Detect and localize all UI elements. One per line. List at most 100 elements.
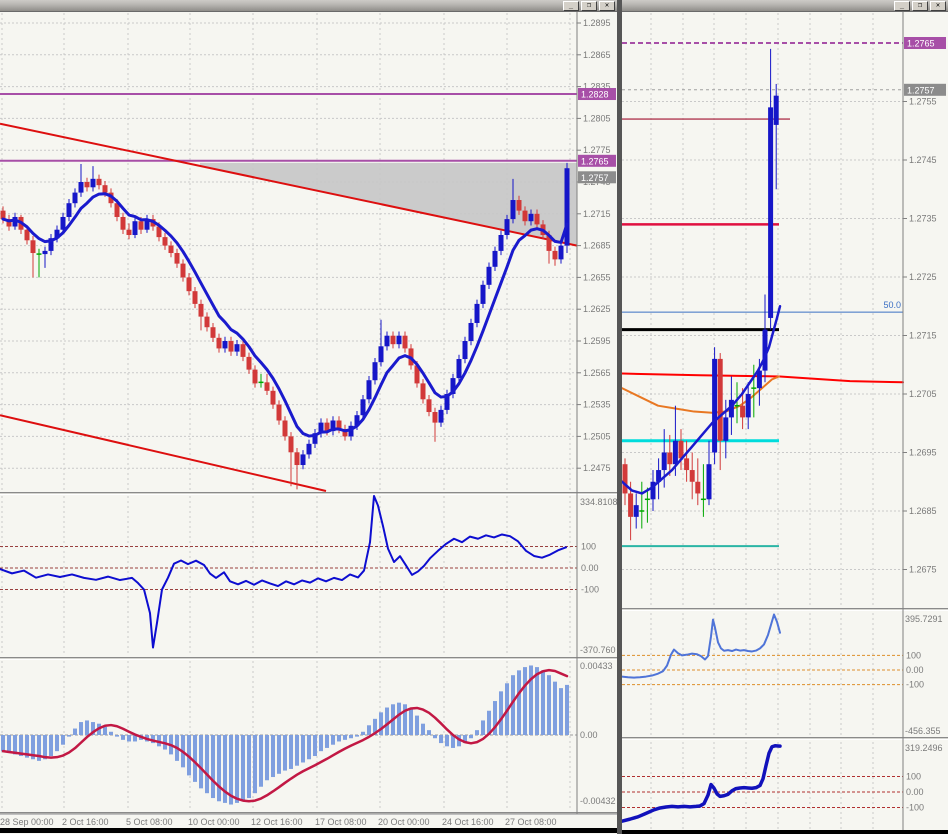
macd-bar: [535, 667, 539, 735]
macd-bar: [415, 715, 419, 735]
candle-body: [378, 346, 384, 363]
price-tick-label: 1.2655: [583, 272, 611, 282]
macd-bar: [547, 675, 551, 735]
candle-body: [462, 341, 468, 360]
right-chart-canvas[interactable]: 50.0 100 0.00 -100 395.7291 -456.355 100 0.00 -1…: [622, 0, 948, 834]
candle-body: [498, 235, 504, 251]
indicator-max-label: 319.2496: [905, 743, 943, 753]
macd-bar: [85, 720, 89, 735]
candle-body: [66, 203, 72, 217]
candle-body: [712, 358, 718, 453]
candle-body: [276, 404, 282, 421]
candle-body: [558, 245, 564, 260]
macd-bar: [271, 735, 275, 778]
candle-body: [661, 452, 667, 471]
macd-bar: [241, 735, 245, 802]
macd-bar: [409, 709, 413, 735]
minimize-button[interactable]: _: [563, 0, 579, 11]
candle-body: [622, 464, 628, 494]
candle-body: [138, 221, 144, 230]
candle-body: [180, 263, 186, 278]
price-tick-label: 1.2675: [909, 565, 937, 575]
macd-bar: [253, 735, 257, 794]
candle-body: [745, 394, 751, 418]
price-tick-label: 1.2725: [909, 272, 937, 282]
candle-body: [270, 390, 276, 405]
restore-button[interactable]: ❐: [581, 0, 597, 11]
price-tick-label: 1.2755: [909, 97, 937, 107]
bottom-border-bar: [0, 828, 617, 833]
macd-bar: [211, 735, 215, 799]
macd-bar: [553, 681, 557, 735]
price-tick-label: 1.2505: [583, 431, 611, 441]
candle-body: [689, 470, 695, 482]
candle-body: [216, 337, 222, 349]
indicator-max-label: 0.00433: [580, 661, 613, 671]
candle-body: [628, 493, 634, 517]
price-tick-label: 1.2775: [583, 145, 611, 155]
macd-bar: [283, 735, 287, 771]
macd-bar: [61, 735, 65, 745]
time-tick-label: 12 Oct 16:00: [251, 817, 303, 827]
indicator-max-label: 395.7291: [905, 614, 943, 624]
minimize-button[interactable]: _: [894, 0, 910, 11]
price-tick-label: 1.2695: [909, 448, 937, 458]
indicator-level-label: -100: [906, 803, 924, 813]
candle-body: [516, 200, 522, 211]
candle-body: [717, 358, 723, 441]
left-chart-canvas[interactable]: 100 0.00 -100 334.8108 -370.760 0.00433 0.00 -0…: [0, 0, 617, 834]
macd-bar: [367, 725, 371, 735]
close-button[interactable]: ✕: [599, 0, 615, 11]
price-tick-label: 1.2715: [909, 331, 937, 341]
indicator-level-label: 100: [581, 542, 596, 552]
price-tick-label: 1.2745: [909, 155, 937, 165]
candle-body: [672, 440, 678, 465]
candle-body: [162, 237, 168, 246]
candle-body: [198, 303, 204, 317]
indicator-level-label: -100: [906, 680, 924, 690]
right-title-bar[interactable]: _ ❐ ✕: [622, 0, 948, 12]
candle-body: [633, 505, 639, 517]
macd-bar: [565, 684, 569, 735]
close-button[interactable]: ✕: [930, 0, 946, 11]
candle-body: [438, 409, 444, 423]
macd-bar: [289, 735, 293, 769]
indicator-level-label: 100: [906, 650, 921, 660]
macd-bar: [517, 670, 521, 735]
price-tick-label: 1.2475: [583, 463, 611, 473]
macd-bar: [121, 735, 125, 740]
macd-bar: [355, 735, 359, 737]
chart-background: [622, 12, 948, 834]
candle-body: [126, 229, 132, 235]
macd-bar: [469, 735, 473, 739]
macd-bar: [55, 735, 59, 752]
macd-bar: [307, 735, 311, 760]
candle-body: [204, 316, 210, 328]
candle-body: [240, 344, 246, 357]
candle-body: [102, 185, 108, 193]
candle-body: [420, 383, 426, 400]
time-tick-label: 24 Oct 16:00: [442, 817, 494, 827]
time-tick-label: 28 Sep 00:00: [0, 817, 54, 827]
price-tick-label: 1.2565: [583, 368, 611, 378]
right-chart-group: 50.0 100 0.00 -100 395.7291 -456.355 100 0.00 -1…: [622, 12, 948, 834]
price-tick-label: 1.2685: [583, 241, 611, 251]
macd-bar: [301, 735, 305, 763]
macd-bar: [445, 735, 449, 747]
left-title-bar[interactable]: _ ❐ ✕: [0, 0, 617, 12]
macd-bar: [475, 730, 479, 735]
price-label-box: 1.2765: [578, 154, 616, 167]
indicator-zero-label: 0.00: [580, 730, 598, 740]
macd-bar: [319, 735, 323, 752]
indicator-max-label: 334.8108: [580, 497, 617, 507]
price-tick-label: 1.2865: [583, 50, 611, 60]
time-tick-label: 5 Oct 08:00: [126, 817, 173, 827]
candle-body: [456, 359, 462, 379]
price-label-box: 1.2757: [904, 83, 946, 96]
restore-button[interactable]: ❐: [912, 0, 928, 11]
macd-bar: [295, 735, 299, 766]
macd-bar: [481, 720, 485, 735]
indicator-level-label: 0.00: [906, 665, 924, 675]
time-tick-label: 2 Oct 16:00: [62, 817, 109, 827]
candle-body: [695, 481, 701, 494]
